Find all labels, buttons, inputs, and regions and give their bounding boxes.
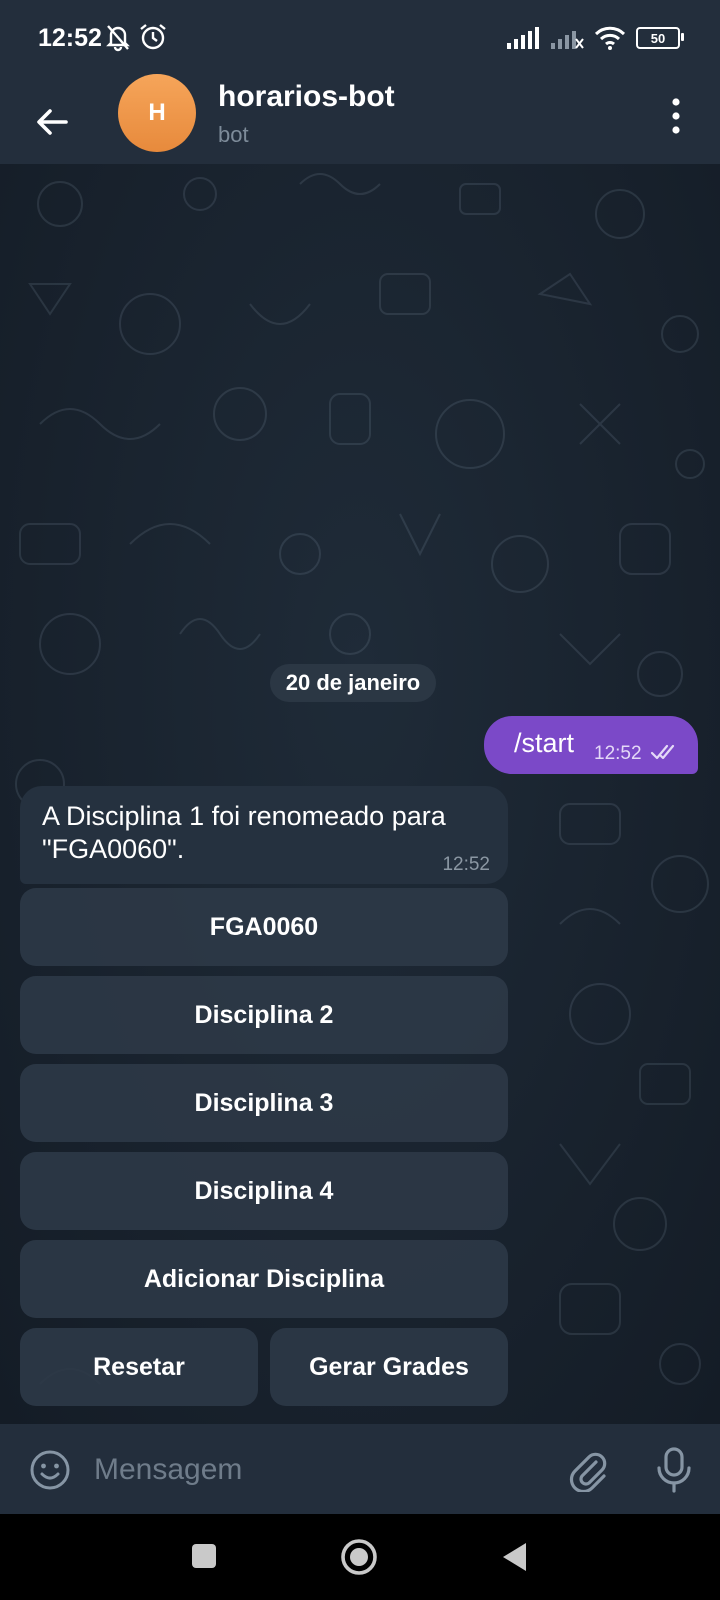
signal-x-icon: [551, 31, 584, 49]
keyboard-button-label: Disciplina 3: [194, 1088, 334, 1117]
outgoing-message-text: /start: [514, 728, 575, 758]
double-check-icon: [650, 744, 675, 760]
chat-area[interactable]: 20 de janeiro /start 12:52 A Disciplina …: [0, 164, 720, 1424]
keyboard-button-label: Resetar: [93, 1352, 185, 1381]
status-left-icons: [104, 22, 168, 52]
outgoing-message-time: 12:52: [594, 743, 642, 764]
battery-indicator: 50: [636, 27, 684, 49]
keyboard-button-label: Gerar Grades: [309, 1352, 469, 1381]
signal-icon: [507, 27, 539, 49]
status-right-icons: 50: [506, 26, 684, 50]
keyboard-button-adicionar-disciplina[interactable]: Adicionar Disciplina: [20, 1240, 508, 1318]
back-nav-icon[interactable]: [500, 1541, 528, 1573]
wifi-icon: [594, 26, 626, 50]
incoming-message-text: A Disciplina 1 foi renomeado para "FGA00…: [42, 801, 446, 864]
recents-icon[interactable]: [191, 1543, 217, 1569]
keyboard-button-gerar-grades[interactable]: Gerar Grades: [270, 1328, 508, 1406]
system-nav-bar: [0, 1514, 720, 1600]
chat-header: H horarios-bot bot: [0, 74, 720, 164]
incoming-message-time: 12:52: [442, 854, 490, 875]
status-time: 12:52: [38, 24, 102, 52]
bell-off-icon: [106, 25, 130, 52]
keyboard-button-disciplina-2[interactable]: Disciplina 2: [20, 976, 508, 1054]
avatar[interactable]: H: [118, 74, 196, 152]
keyboard-button-label: Disciplina 2: [194, 1000, 334, 1029]
incoming-message[interactable]: A Disciplina 1 foi renomeado para "FGA00…: [20, 786, 508, 884]
message-input[interactable]: [92, 1446, 536, 1494]
status-bar: 12:52 50: [0, 0, 720, 80]
keyboard-button-disciplina-4[interactable]: Disciplina 4: [20, 1152, 508, 1230]
avatar-letter: H: [148, 99, 166, 126]
outgoing-message[interactable]: /start 12:52: [484, 716, 698, 774]
date-chip: 20 de janeiro: [270, 664, 436, 702]
emoji-icon[interactable]: [28, 1448, 72, 1492]
keyboard-button-label: FGA0060: [209, 912, 319, 941]
chat-subtitle: bot: [218, 122, 249, 147]
keyboard-button-label: Disciplina 4: [194, 1176, 334, 1205]
keyboard-button-disciplina-3[interactable]: Disciplina 3: [20, 1064, 508, 1142]
back-arrow-icon[interactable]: [30, 100, 74, 144]
message-input-bar: [0, 1424, 720, 1514]
attachment-icon[interactable]: [566, 1448, 610, 1492]
battery-level: 50: [650, 30, 666, 46]
microphone-icon[interactable]: [654, 1446, 694, 1494]
home-icon[interactable]: [340, 1538, 378, 1576]
keyboard-button-resetar[interactable]: Resetar: [20, 1328, 258, 1406]
chat-title[interactable]: horarios-bot: [218, 80, 395, 114]
keyboard-button-fga0060[interactable]: FGA0060: [20, 888, 508, 966]
more-options-icon[interactable]: [666, 96, 686, 136]
keyboard-button-label: Adicionar Disciplina: [143, 1264, 385, 1293]
alarm-icon: [140, 24, 166, 50]
